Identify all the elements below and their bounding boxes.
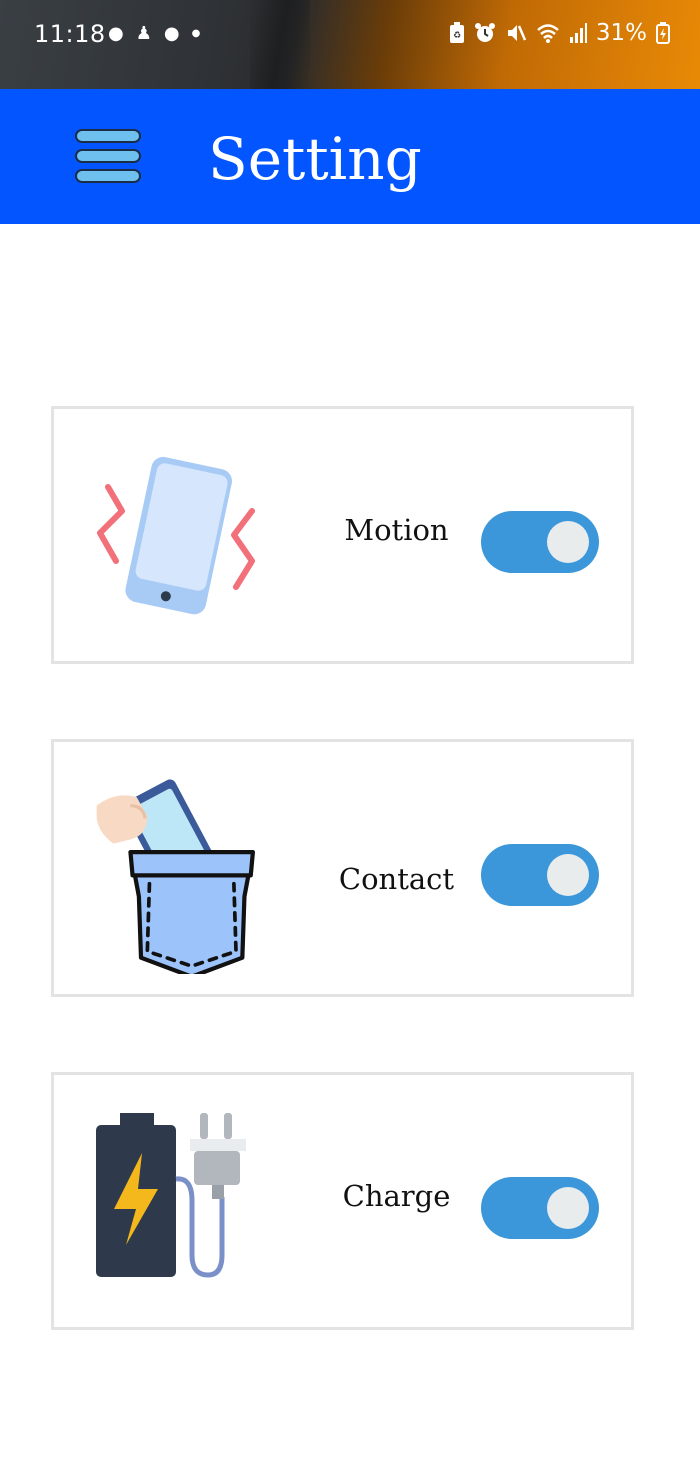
status-bar-decoration — [250, 0, 310, 89]
alarm-icon — [474, 23, 495, 42]
menu-icon-bar — [75, 169, 141, 183]
status-bar: 11:18 ● ♟ ● ● ♻ 31% — [0, 0, 700, 89]
battery-charger-icon — [96, 1113, 246, 1278]
vibrating-phone-icon — [97, 456, 255, 615]
charge-label: Charge — [342, 1179, 451, 1213]
setting-card-charge: Charge — [51, 1072, 634, 1330]
svg-text:♻: ♻ — [453, 31, 461, 41]
contact-label: Contact — [338, 862, 455, 896]
person-icon: ♟ — [135, 23, 152, 44]
mute-icon — [507, 25, 527, 41]
battery-percent: 31% — [595, 20, 647, 46]
notification-icons: ● ♟ ● ● — [108, 22, 200, 46]
phone-in-pocket-icon — [96, 779, 255, 974]
menu-icon-bar — [75, 149, 141, 163]
chat-bubble-icon: ● — [108, 23, 124, 44]
charge-toggle[interactable] — [481, 1177, 599, 1239]
dot-icon: ● — [191, 28, 201, 39]
contact-toggle[interactable] — [481, 844, 599, 906]
system-status-icons: ♻ 31% — [449, 20, 670, 46]
menu-icon[interactable] — [75, 129, 141, 185]
page-title: Setting — [208, 125, 422, 193]
toggle-knob — [547, 521, 589, 563]
motion-toggle[interactable] — [481, 511, 599, 573]
signal-icon — [569, 23, 587, 43]
battery-saver-icon: ♻ — [449, 22, 464, 43]
setting-card-contact: Contact — [51, 739, 634, 997]
setting-card-motion: Motion — [51, 406, 634, 664]
menu-icon-bar — [75, 129, 141, 143]
toggle-knob — [547, 854, 589, 896]
chat-bubble-icon: ● — [163, 23, 180, 44]
wifi-icon — [537, 24, 559, 43]
status-time: 11:18 — [34, 20, 106, 48]
battery-charging-icon — [656, 22, 670, 44]
toggle-knob — [547, 1187, 589, 1229]
motion-label: Motion — [344, 513, 449, 547]
